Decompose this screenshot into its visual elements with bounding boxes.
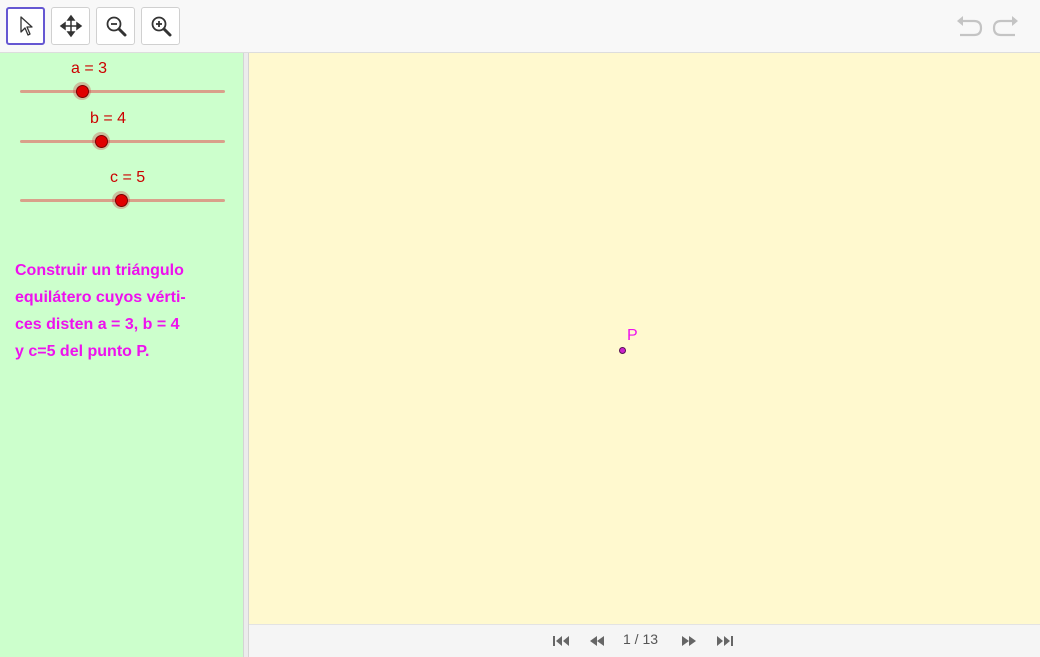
step-counter: 1 / 13: [623, 631, 659, 647]
move-arrows-icon: [59, 14, 82, 38]
graphics-view[interactable]: P: [249, 53, 1040, 624]
algebra-panel: a = 3 b = 4 c = 5 Construir un triángulo…: [0, 53, 243, 657]
point-p-label: P: [627, 327, 638, 344]
next-step-button[interactable]: [679, 633, 699, 649]
skip-to-start-icon: [553, 636, 569, 646]
fast-forward-icon: [682, 636, 696, 646]
slider-c: c = 5: [0, 169, 243, 219]
slider-b: b = 4: [0, 110, 243, 160]
slider-a-label: a = 3: [71, 60, 108, 77]
instructions-line: ces disten a = 3, b = 4: [15, 316, 180, 333]
redo-button[interactable]: [990, 12, 1022, 42]
instructions-line: equilátero cuyos vérti-: [15, 289, 186, 306]
first-step-button[interactable]: [551, 633, 571, 649]
undo-button[interactable]: [953, 12, 985, 42]
zoom-out-icon: [106, 16, 126, 37]
slider-b-track[interactable]: [20, 140, 225, 143]
toolbar: [0, 0, 1040, 53]
slider-a: a = 3: [0, 60, 243, 110]
instructions-line: Construir un triángulo: [15, 262, 184, 279]
skip-to-end-icon: [717, 636, 733, 646]
previous-step-button[interactable]: [587, 633, 607, 649]
zoom-in-icon: [151, 16, 171, 37]
move-tool-button[interactable]: [6, 7, 45, 45]
undo-icon: [957, 16, 983, 37]
slider-c-label: c = 5: [110, 169, 146, 186]
move-graphics-view-button[interactable]: [51, 7, 90, 45]
redo-icon: [992, 16, 1018, 37]
rewind-icon: [590, 636, 604, 646]
zoom-in-button[interactable]: [141, 7, 180, 45]
last-step-button[interactable]: [715, 633, 735, 649]
point-p[interactable]: [619, 347, 626, 354]
cursor-arrow-icon: [19, 16, 33, 36]
instructions-line: y c=5 del punto P.: [15, 343, 150, 360]
slider-a-track[interactable]: [20, 90, 225, 93]
slider-c-knob[interactable]: [112, 191, 130, 209]
construction-navigation-bar: 1 / 13: [249, 624, 1040, 657]
slider-b-knob[interactable]: [92, 132, 110, 150]
slider-a-knob[interactable]: [73, 82, 91, 100]
zoom-out-button[interactable]: [96, 7, 135, 45]
instructions-text: Construir un triángulo equilátero cuyos …: [15, 257, 230, 365]
slider-b-label: b = 4: [90, 110, 127, 127]
